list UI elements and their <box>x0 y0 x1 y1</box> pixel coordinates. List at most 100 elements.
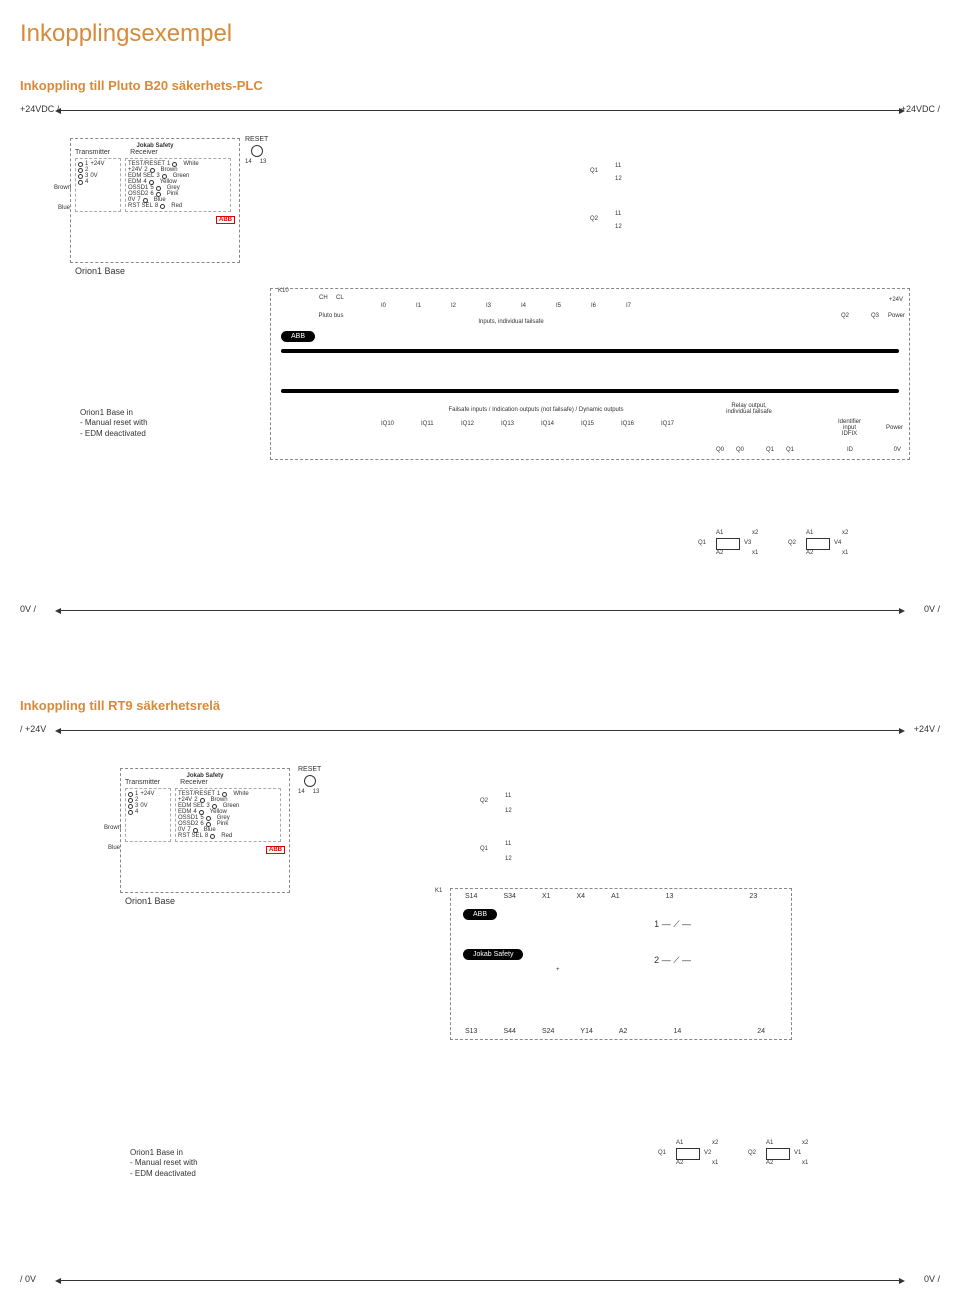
module-name: Orion1 Base <box>75 266 125 276</box>
terminal: 11 <box>615 163 621 169</box>
contact-label: Q1 <box>480 846 488 852</box>
section-2-title: Inkoppling till RT9 säkerhetsrelä <box>20 698 940 713</box>
term: x2 <box>752 530 758 536</box>
contact-no: 2 — ⟋ — <box>654 955 691 966</box>
term: x1 <box>752 550 758 556</box>
rt9-relay: S14 S34 X1 X4 A1 13 23 ABB Jokab Safety … <box>450 888 792 1040</box>
tx-label: Transmitter <box>75 149 110 156</box>
orion-note: Orion1 Base in - Manual reset with - EDM… <box>130 1148 198 1179</box>
terminal: 12 <box>615 176 622 182</box>
term: A2 <box>716 550 723 556</box>
diagram-pluto: +24VDC / +24VDC / Jokab Safety Transmitt… <box>20 108 940 668</box>
iq: IQ12 <box>461 421 474 427</box>
abb-logo-icon: ABB <box>216 216 235 224</box>
coil-icon <box>766 1148 790 1160</box>
rail-bottom <box>60 1280 900 1281</box>
term: A2 <box>619 1028 628 1035</box>
power-q: Q2 <box>841 313 849 319</box>
abb-pill: ABB <box>463 909 497 920</box>
term: x1 <box>842 550 848 556</box>
term: x2 <box>842 530 848 536</box>
input-i: I4 <box>521 303 526 309</box>
coil-label: Q1 <box>698 540 706 546</box>
rx-label: Receiver <box>180 779 208 786</box>
term: S34 <box>503 893 515 900</box>
iq: IQ11 <box>421 421 434 427</box>
rx-pin: RST SEL 8Red <box>178 833 278 839</box>
term: X4 <box>577 893 586 900</box>
power-v: +24V <box>889 297 903 303</box>
failsafe-label: Failsafe inputs / Indication outputs (no… <box>381 407 691 413</box>
terminal: 11 <box>505 793 511 799</box>
plus-icon: + <box>556 967 560 973</box>
k1-label: K1 <box>435 888 442 894</box>
coil-icon <box>716 538 740 550</box>
input-i: I2 <box>451 303 456 309</box>
power-q: Q3 <box>871 313 879 319</box>
iq: IQ15 <box>581 421 594 427</box>
orion-module: Jokab Safety Transmitter Receiver Brown … <box>120 768 290 893</box>
power-b-label: Power <box>886 425 903 431</box>
zero-term: 0V <box>894 447 901 453</box>
input-i: I7 <box>626 303 631 309</box>
terminal: 11 <box>615 211 621 217</box>
jokab-pill: Jokab Safety <box>463 949 523 960</box>
abb-label: ABB <box>281 331 315 342</box>
contact-label: Q2 <box>590 216 598 222</box>
term: x1 <box>712 1160 718 1166</box>
iq: IQ17 <box>661 421 674 427</box>
tx-block: Brown Blue 1 +24V 2 3 0V 4 <box>75 158 121 212</box>
contact-no: 1 — ⟋ — <box>654 919 691 930</box>
term: A1 <box>611 893 620 900</box>
term: x1 <box>802 1160 808 1166</box>
rail-bottom <box>60 610 900 611</box>
input-i: I1 <box>416 303 421 309</box>
q-term: Q1 <box>766 447 774 453</box>
tx-pin: 4 <box>78 179 118 185</box>
terminal: 12 <box>505 808 512 814</box>
rail-label: 0V / <box>20 604 36 614</box>
relay-out-label: Relay output, individual failsafe <box>709 403 789 415</box>
rx-pin: RST SEL 8Red <box>128 203 228 209</box>
rail-label: 0V / <box>924 1274 940 1284</box>
rail-label: / +24V <box>20 724 46 734</box>
term: A1 <box>806 530 813 536</box>
term: 13 <box>666 893 674 900</box>
reset-button-symbol: RESET 1413 <box>245 136 268 165</box>
orion-module: Jokab Safety Transmitter Receiver Brown … <box>70 138 240 263</box>
term: Y14 <box>580 1028 592 1035</box>
coil-label: Q1 <box>658 1150 666 1156</box>
coil-icon <box>806 538 830 550</box>
coil-label: Q2 <box>748 1150 756 1156</box>
term: S44 <box>503 1028 515 1035</box>
rail-label: 0V / <box>924 604 940 614</box>
term: A1 <box>716 530 723 536</box>
wire-color: Blue <box>58 205 70 211</box>
term: X1 <box>542 893 551 900</box>
q-term: Q1 <box>786 447 794 453</box>
terminal: 12 <box>505 856 512 862</box>
coil-icon <box>676 1148 700 1160</box>
term: S24 <box>542 1028 554 1035</box>
pluto-bus-label: Pluto bus <box>311 313 351 319</box>
rail-top <box>60 730 900 731</box>
rx-block: TEST/RESET 1White +24V 2Brown EDM SEL 3G… <box>175 788 281 842</box>
term: x2 <box>712 1140 718 1146</box>
iq: IQ14 <box>541 421 554 427</box>
reset-button-symbol: RESET 1413 <box>298 766 321 795</box>
abb-logo-icon: ABB <box>266 846 285 854</box>
plc-bar <box>281 349 899 353</box>
diode-label: V4 <box>834 540 841 546</box>
term: x2 <box>802 1140 808 1146</box>
term: A2 <box>766 1160 773 1166</box>
power-label: Power <box>888 313 905 319</box>
diode-label: V3 <box>744 540 751 546</box>
pluto-plc: CH CL Pluto bus I0 I1 I2 I3 I4 I5 I6 I7 … <box>270 288 910 460</box>
diode-label: V2 <box>704 1150 711 1156</box>
contact-label: Q1 <box>590 168 598 174</box>
bus-cl: CL <box>336 295 344 301</box>
rail-label: +24V / <box>914 724 940 734</box>
id-term: ID <box>847 447 853 453</box>
rail-label: +24VDC / <box>20 104 59 114</box>
tx-pin: 4 <box>128 809 168 815</box>
